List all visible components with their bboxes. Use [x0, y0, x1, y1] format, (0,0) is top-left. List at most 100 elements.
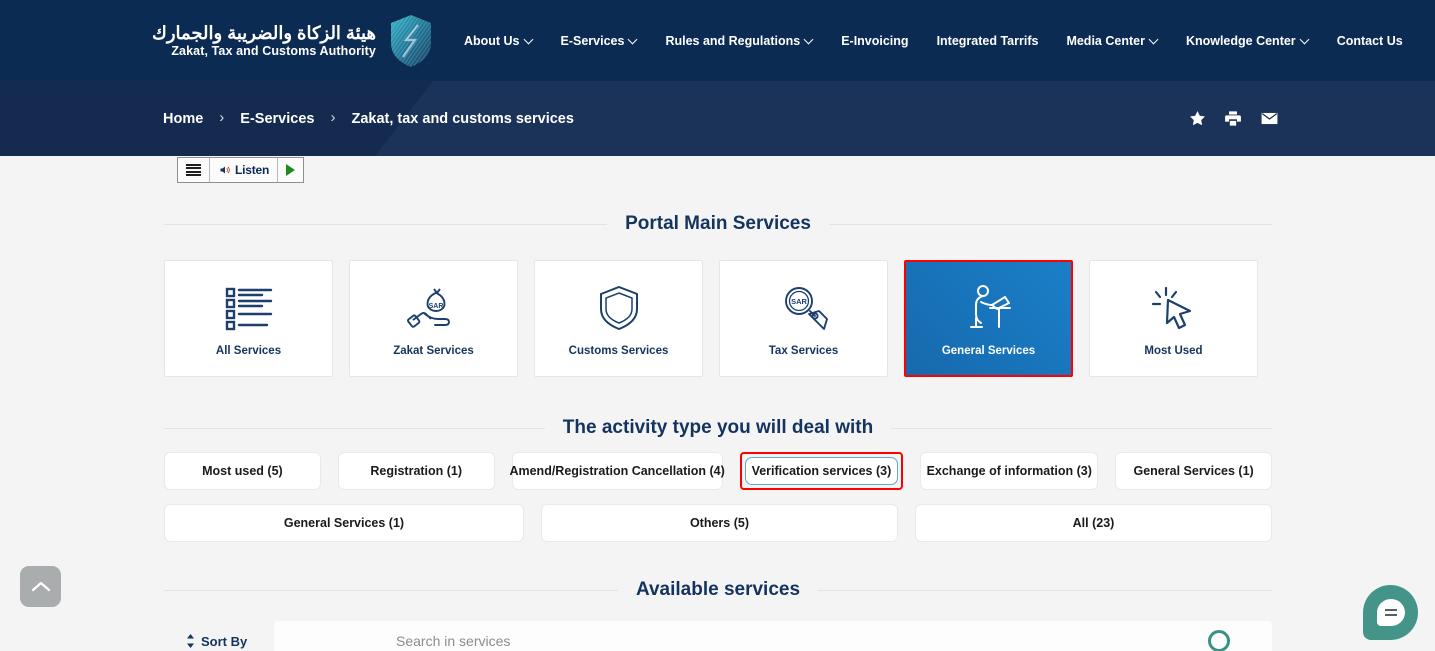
service-card-tax-services[interactable]: SAR Tax Services: [719, 260, 888, 377]
portal-main-services-cards: All Services SAR Zakat Services Customs …: [164, 260, 1272, 377]
nav-item-e-invoicing[interactable]: E-Invoicing: [827, 34, 922, 48]
page-title: Portal Main Services: [625, 213, 811, 234]
divider-left: [164, 427, 545, 429]
email-icon[interactable]: [1259, 109, 1280, 128]
breadcrumb-item-e-services[interactable]: E-Services: [240, 111, 314, 127]
nav-item-e-services[interactable]: E-Services: [547, 34, 652, 48]
breadcrumb-bar: Home › E-Services › Zakat, tax and custo…: [0, 81, 1435, 156]
speaker-icon: [220, 166, 230, 174]
nav-item-about-us[interactable]: About Us: [450, 34, 547, 48]
readspeaker-menu-button[interactable]: [178, 158, 209, 182]
chip-label: Amend/Registration Cancellation (4): [509, 464, 725, 478]
service-card-label: Zakat Services: [393, 345, 474, 357]
logo-english-name: Zakat, Tax and Customs Authority: [171, 43, 376, 58]
portal-main-services-heading: Portal Main Services: [164, 213, 1272, 235]
service-card-label: All Services: [215, 345, 282, 357]
main-menu: About Us E-Services Rules and Regulation…: [450, 34, 1417, 48]
breadcrumb-item-current: Zakat, tax and customs services: [351, 110, 574, 127]
chip-label: Most used (5): [202, 464, 283, 478]
breadcrumb-item-home[interactable]: Home: [163, 111, 203, 127]
chip-focus-ring: Verification services (3): [744, 457, 899, 485]
nav-label: E-Services: [560, 33, 625, 48]
sort-updown-icon: [187, 634, 194, 648]
available-services-heading: Available services: [164, 579, 1272, 601]
breadcrumb-actions: [1188, 81, 1280, 156]
readspeaker-listen-button[interactable]: Listen: [209, 158, 277, 182]
chevron-down-icon: [1150, 36, 1158, 44]
logo-text: هيئة الزكاة والضريبة والجمارك Zakat, Tax…: [152, 23, 376, 58]
filter-chip-most-used[interactable]: Most used (5): [164, 452, 321, 490]
service-card-zakat-services[interactable]: SAR Zakat Services: [349, 260, 518, 377]
sar-magnifier-tag-icon: SAR: [777, 280, 831, 336]
star-icon[interactable]: [1188, 109, 1207, 128]
chip-label: Verification services (3): [751, 464, 892, 478]
chevron-down-icon: [805, 36, 813, 44]
search-circle-icon[interactable]: [1208, 630, 1230, 651]
service-card-label: Customs Services: [568, 345, 669, 357]
nav-item-rules-and-regulations[interactable]: Rules and Regulations: [651, 34, 827, 48]
sort-by-control[interactable]: Sort By: [164, 634, 274, 649]
readspeaker-play-button[interactable]: [277, 158, 303, 182]
site-logo[interactable]: هيئة الزكاة والضريبة والجمارك Zakat, Tax…: [152, 13, 450, 69]
service-card-customs-services[interactable]: Customs Services: [534, 260, 703, 377]
divider-right: [818, 589, 1272, 591]
nav-item-integrated-tarrifs[interactable]: Integrated Tarrifs: [923, 34, 1053, 48]
nav-label: Rules and Regulations: [665, 33, 801, 48]
search-box: [274, 621, 1272, 651]
search-input[interactable]: [274, 633, 1208, 649]
chip-label: All (23): [1072, 516, 1115, 530]
filter-chip-general-services[interactable]: General Services (1): [1115, 452, 1273, 490]
service-card-general-services[interactable]: General Services: [904, 260, 1073, 377]
hamburger-icon: [186, 164, 201, 176]
chevron-down-icon: [525, 36, 533, 44]
chip-label: Others (5): [689, 516, 749, 530]
divider-right: [891, 427, 1272, 429]
filter-chip-others[interactable]: Others (5): [540, 504, 898, 542]
list-icon: [221, 280, 277, 336]
filter-chip-exchange-of-information[interactable]: Exchange of information (3): [920, 452, 1099, 490]
logo-arabic-name: هيئة الزكاة والضريبة والجمارك: [152, 22, 376, 43]
nav-item-knowledge-center[interactable]: Knowledge Center: [1172, 34, 1323, 48]
top-navigation-bar: هيئة الزكاة والضريبة والجمارك Zakat, Tax…: [0, 0, 1435, 81]
filter-chip-amend-registration-cancellation[interactable]: Amend/Registration Cancellation (4): [509, 452, 725, 490]
chip-label: General Services (1): [1133, 464, 1254, 478]
readspeaker-listen-label: Listen: [235, 163, 270, 177]
filter-chip-verification-services[interactable]: Verification services (3): [739, 452, 904, 490]
service-card-most-used[interactable]: Most Used: [1089, 260, 1258, 377]
page-root: هيئة الزكاة والضريبة والجمارك Zakat, Tax…: [0, 0, 1435, 651]
nav-label: Media Center: [1066, 33, 1145, 48]
service-card-all-services[interactable]: All Services: [164, 260, 333, 377]
filter-chip-registration[interactable]: Registration (1): [337, 452, 495, 490]
shield-icon: [596, 280, 642, 336]
section-title: The activity type you will deal with: [562, 417, 874, 438]
divider-right: [828, 223, 1272, 225]
chevron-up-icon: [31, 581, 50, 592]
shield-logo-icon: [388, 13, 434, 69]
activity-type-filters-row-2: General Services (1) Others (5) All (23): [164, 504, 1272, 542]
chip-label: Exchange of information (3): [926, 464, 1092, 478]
nav-label: Knowledge Center: [1185, 33, 1296, 48]
cursor-click-icon: [1148, 280, 1200, 336]
breadcrumb-separator-icon: ›: [330, 109, 336, 126]
play-icon: [286, 164, 296, 176]
nav-item-contact-us[interactable]: Contact Us: [1323, 34, 1417, 48]
activity-type-heading: The activity type you will deal with: [164, 417, 1272, 439]
chevron-down-icon: [629, 36, 637, 44]
divider-left: [164, 589, 618, 591]
services-search-row: Sort By: [164, 621, 1272, 651]
breadcrumb-separator-icon: ›: [219, 109, 225, 126]
filter-chip-general-services-2[interactable]: General Services (1): [164, 504, 524, 542]
chat-widget-button[interactable]: [1363, 585, 1418, 640]
print-icon[interactable]: [1223, 109, 1243, 128]
chat-bubble-icon: [1376, 599, 1405, 626]
nav-item-media-center[interactable]: Media Center: [1052, 34, 1172, 48]
nav-label: Integrated Tarrifs: [936, 33, 1039, 48]
service-card-label: Tax Services: [768, 345, 839, 357]
svg-text:SAR: SAR: [791, 297, 807, 306]
scroll-to-top-button[interactable]: [20, 566, 61, 607]
breadcrumb: Home › E-Services › Zakat, tax and custo…: [163, 81, 574, 156]
chip-label: Registration (1): [370, 464, 463, 478]
activity-type-filters-row-1: Most used (5) Registration (1) Amend/Reg…: [164, 452, 1273, 490]
filter-chip-all[interactable]: All (23): [914, 504, 1272, 542]
readspeaker-widget: Listen: [177, 157, 305, 183]
